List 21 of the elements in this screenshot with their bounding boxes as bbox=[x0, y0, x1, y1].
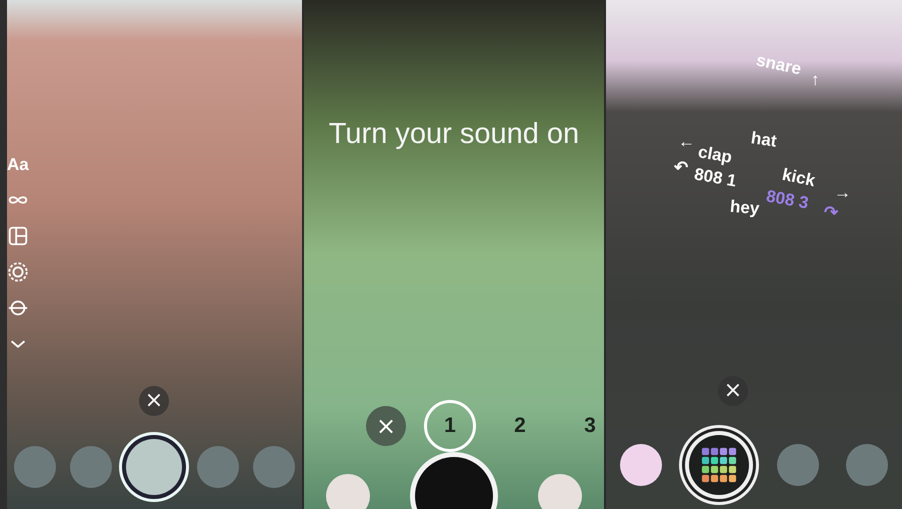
beat-label: ↑ bbox=[811, 70, 820, 90]
grid-icon bbox=[701, 447, 738, 483]
timer-option[interactable]: 1 bbox=[424, 400, 476, 452]
beat-label: snare bbox=[754, 50, 803, 80]
beat-label: ↶ bbox=[674, 158, 688, 178]
timer-option[interactable]: 2 bbox=[494, 400, 546, 452]
close-button[interactable]: × bbox=[718, 376, 748, 406]
dashed-circle-icon[interactable] bbox=[7, 261, 29, 283]
beat-label: hey bbox=[729, 196, 760, 220]
timer-option[interactable]: 3 bbox=[564, 400, 604, 452]
filter-avatar[interactable] bbox=[620, 444, 662, 486]
beat-label: ↷ bbox=[824, 203, 838, 223]
layout-icon[interactable] bbox=[7, 225, 29, 247]
filter-avatar[interactable] bbox=[126, 439, 182, 495]
drum-pad-button[interactable] bbox=[689, 435, 750, 495]
beat-label: → bbox=[834, 183, 851, 203]
beat-label: hat bbox=[750, 128, 778, 152]
close-button[interactable]: × bbox=[366, 406, 406, 446]
close-button[interactable]: × bbox=[139, 386, 169, 416]
beat-label: ← bbox=[678, 132, 695, 152]
sound-message: Turn your sound on bbox=[328, 118, 580, 151]
